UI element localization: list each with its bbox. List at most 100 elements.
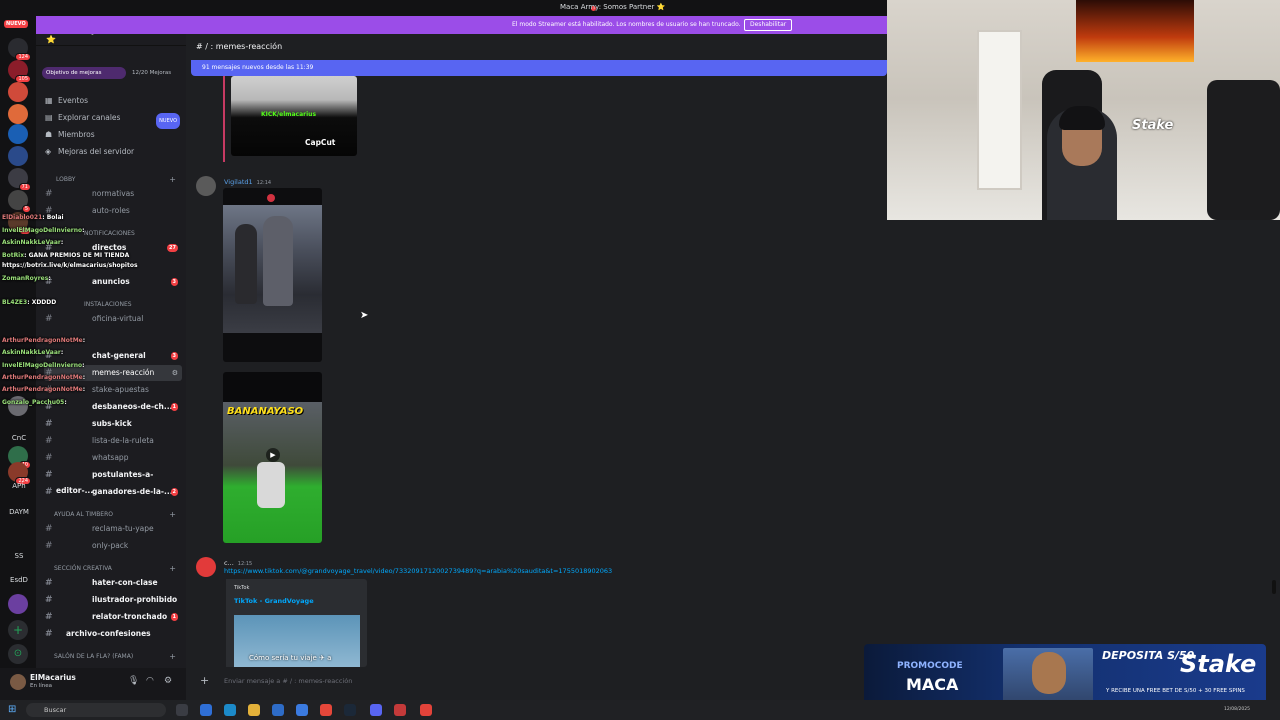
avatar[interactable] (196, 176, 216, 196)
stake-logo: Stake (1132, 118, 1174, 133)
headphones-icon[interactable]: ◠ (146, 676, 154, 686)
guild-icon[interactable]: 224 (8, 462, 31, 485)
guild-icon[interactable] (8, 104, 28, 124)
channel-relator[interactable]: # relator-tronchado 1 (44, 609, 182, 625)
category-label: LOBBY (56, 176, 76, 183)
door-image (977, 30, 1022, 190)
channel-ilustrador[interactable]: # ilustrador-prohibido (44, 592, 182, 608)
channel-label: normativas (92, 189, 135, 198)
embed-thumbnail[interactable]: Cómo sería tu viaje ✈ a (234, 615, 360, 667)
microphone-icon[interactable]: 🎙 (128, 676, 139, 686)
guild-icon[interactable] (8, 82, 28, 102)
category-ayuda[interactable]: AYUDA AL TIMBERO + (44, 509, 180, 521)
app-icon[interactable] (272, 704, 284, 716)
channel-postulantes[interactable]: # postulantes-a-editor-... (44, 467, 182, 495)
obs-icon[interactable] (420, 704, 432, 716)
channel-label: ganadores-de-la-... (92, 487, 173, 496)
chrome-icon[interactable] (320, 704, 332, 716)
guild-label[interactable]: DAYM (4, 508, 34, 516)
folder-icon[interactable] (248, 704, 260, 716)
category-salon[interactable]: SALÓN DE LA FLA? (FAMA) + (44, 651, 180, 663)
steam-icon[interactable] (344, 704, 356, 716)
hash-icon: # (45, 453, 53, 463)
category-creativa[interactable]: SECCIÓN CREATIVA + (44, 563, 180, 575)
channel-archivo[interactable]: # archivo-confesiones (44, 626, 182, 642)
boost-progress[interactable]: Objetivo de mejoras 12/20 Mejoras (42, 67, 182, 79)
guild-icon[interactable] (8, 594, 28, 614)
discord-icon[interactable] (370, 704, 382, 716)
avatar[interactable] (196, 557, 216, 577)
taskbar-clock: 12/08/2025 (1224, 707, 1250, 712)
embed-title[interactable]: TikTok - GrandVoyage (234, 597, 314, 605)
guild-icon[interactable]: 124 (8, 38, 31, 61)
guild-icon[interactable]: 105 (8, 60, 31, 83)
discover-icon[interactable]: ⊙ (8, 644, 28, 664)
guild-icon[interactable]: 71 (8, 168, 31, 191)
guild-icon[interactable] (8, 124, 28, 144)
settings-icon[interactable]: ⚙ (172, 365, 178, 381)
guild-label[interactable]: EsdD (4, 576, 34, 584)
disable-streamer-button[interactable]: Deshabilitar (744, 19, 793, 31)
channel-subs-kick[interactable]: # subs-kick (44, 416, 182, 432)
edge-icon[interactable] (224, 704, 236, 716)
username[interactable]: ElMacarius (30, 673, 76, 682)
channel-hater[interactable]: # hater-con-clase (44, 575, 182, 591)
app-icon[interactable] (200, 704, 212, 716)
task-view-icon[interactable] (176, 704, 188, 716)
message-input[interactable]: Enviar mensaje a # / : memes-reacción (224, 677, 352, 685)
add-channel-icon[interactable]: + (169, 563, 176, 575)
channel-normativas[interactable]: # normativas (44, 186, 182, 202)
channel-label: archivo-confesiones (66, 629, 151, 638)
channel-label: hater-con-clase (92, 578, 158, 587)
scrollbar[interactable] (1272, 580, 1276, 594)
nav-explorar[interactable]: ▤ Explorar canales NUEVO (44, 111, 180, 129)
nav-miembros[interactable]: ☗ Miembros (44, 128, 180, 142)
boost-icon: ◈ (45, 147, 52, 156)
message-author[interactable]: Vigilatd1 12:14 (224, 178, 271, 186)
add-channel-icon[interactable]: + (169, 509, 176, 521)
message-link[interactable]: https://www.tiktok.com/@grandvoyage_trav… (224, 567, 612, 575)
channel-lista-ruleta[interactable]: # lista-de-la-ruleta (44, 433, 182, 449)
add-channel-icon[interactable]: + (169, 651, 176, 663)
chat-text: : (82, 374, 86, 381)
streamer-mode-banner: El modo Streamer está habilitado. Los no… (36, 16, 887, 34)
video-title: BANANAYASO (227, 406, 304, 417)
app-icon[interactable] (394, 704, 406, 716)
add-attachment-icon[interactable]: + (200, 674, 209, 687)
guild-label[interactable]: CnC (4, 434, 34, 442)
add-server-icon[interactable]: + (8, 620, 28, 640)
guild-label[interactable]: APh (4, 482, 34, 490)
channel-only-pack[interactable]: # only-pack (44, 538, 182, 554)
channel-whatsapp[interactable]: # whatsapp (44, 450, 182, 466)
hash-icon: # (45, 524, 53, 534)
message-composer[interactable]: + Enviar mensaje a # / : memes-reacción (190, 672, 850, 692)
add-channel-icon[interactable]: + (169, 174, 176, 186)
boost-count: 12/20 Mejoras (132, 70, 172, 76)
hash-icon: # (45, 595, 53, 605)
guild-icon[interactable] (8, 146, 28, 166)
taskbar-search-label[interactable]: Buscar (44, 706, 66, 714)
link-embed[interactable]: TikTok TikTok - GrandVoyage Cómo sería t… (223, 579, 367, 667)
channel-reclama-yape[interactable]: # reclama-tu-yape (44, 521, 182, 537)
user-status: En línea (30, 683, 53, 689)
nav-mejoras[interactable]: ◈ Mejoras del servidor (44, 145, 180, 159)
windows-start-icon[interactable]: ⊞ (8, 705, 16, 715)
channel-label: subs-kick (92, 419, 132, 428)
video-attachment[interactable] (223, 188, 322, 362)
gear-icon[interactable]: ⚙ (164, 676, 172, 686)
message-author[interactable]: c... 12:15 (224, 559, 252, 567)
app-icon[interactable] (296, 704, 308, 716)
category-lobby[interactable]: LOBBY + (44, 174, 180, 186)
message-timestamp: 12:14 (256, 180, 272, 186)
video-attachment[interactable]: BANANAYASO ▶ (223, 372, 322, 543)
channel-label: ilustrador-prohibido (92, 595, 178, 604)
guild-icon[interactable]: 5 (8, 190, 31, 213)
channel-ganadores[interactable]: # ganadores-de-la-... 2 (44, 484, 182, 500)
chat-nick: AskinNakkLeVaar (2, 349, 61, 356)
nav-eventos[interactable]: ▦ Eventos (44, 94, 180, 108)
play-icon[interactable]: ▶ (266, 448, 280, 462)
new-messages-bar[interactable]: 91 mensajes nuevos desde las 11:39 (191, 60, 887, 76)
video-attachment[interactable]: KICK/elmacarius CapCut (231, 76, 357, 156)
avatar[interactable] (10, 674, 26, 690)
guild-label[interactable]: SS (4, 552, 34, 560)
